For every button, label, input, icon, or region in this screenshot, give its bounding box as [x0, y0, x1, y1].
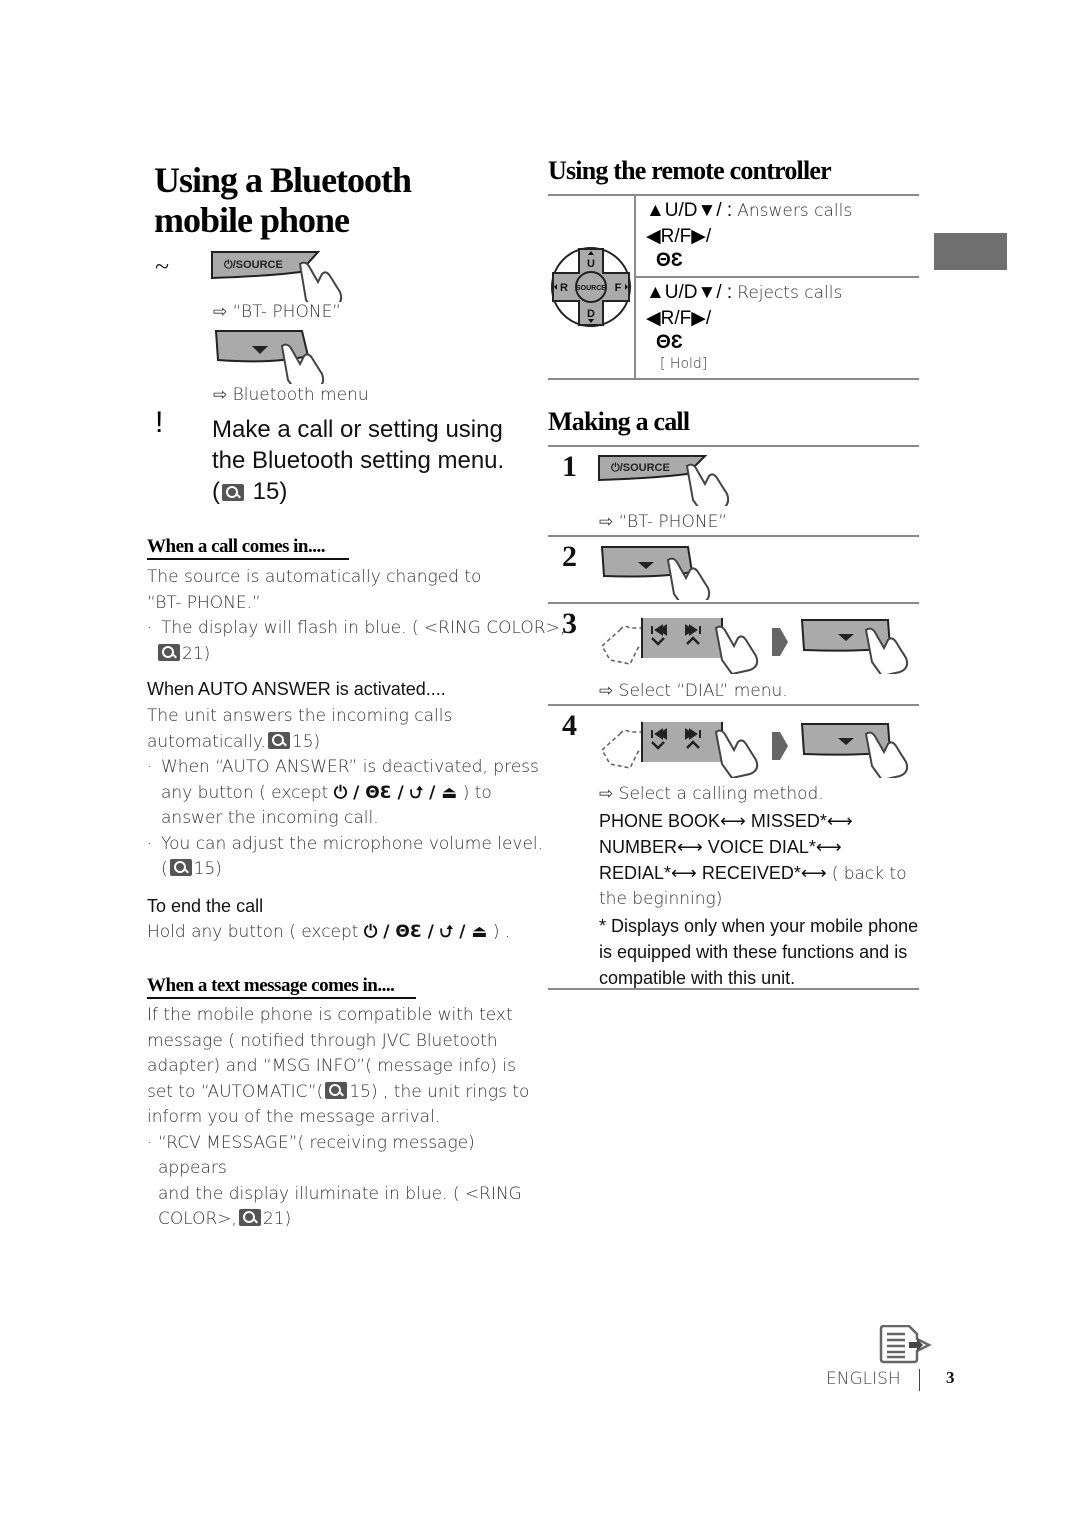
divider: [548, 988, 919, 990]
result-arrow-icon: ⇨: [599, 681, 614, 701]
footer-language: ENGLISH: [826, 1369, 901, 1389]
end-call-body: Hold any button ( except ⏻ / ΘƐ / ⮍ / ⏏ …: [147, 922, 511, 942]
remote-left-label: R: [560, 282, 568, 294]
page-ref-icon: [325, 1081, 348, 1099]
hand-pointer-icon: [714, 625, 759, 674]
divider: [548, 445, 919, 447]
auto-answer-heading: When AUTO ANSWER is activated....: [147, 679, 446, 699]
remote-right-label: F: [615, 282, 622, 294]
remote-row-answer: ▲U/D▼/ : Answers calls ◀R/F▶/ ΘƐ: [646, 200, 853, 271]
language-side-tab: [934, 233, 1007, 270]
hand-pointer-icon: [714, 729, 759, 778]
page-ref-icon: [238, 1209, 261, 1226]
next-step-arrow-icon: [772, 628, 788, 656]
main-instruction: Make a call or setting using the Bluetoo…: [212, 416, 505, 505]
page-ref-icon: [158, 643, 180, 661]
prev-next-then-down-illustration[interactable]: [598, 718, 918, 778]
footnote: * Displays only when your mobile phone i…: [599, 915, 919, 988]
page-title: Using a Bluetooth mobile phone: [154, 160, 412, 240]
end-call-heading: To end the call: [147, 896, 264, 916]
step1-result: ⇨ “BT- PHONE”: [599, 512, 728, 532]
calling-methods: PHONE BOOK⟷ MISSED*⟷ NUMBER⟷ VOICE DIAL*…: [599, 810, 907, 884]
divider: [548, 602, 919, 604]
section-heading-text-message: When a text message comes in....: [147, 975, 417, 999]
result-arrow-icon: ⇨: [213, 302, 228, 322]
remote-heading: Using the remote controller: [548, 156, 832, 185]
divider: [548, 535, 919, 537]
remote-center-label: SOURCE: [576, 285, 606, 292]
result-bluetooth-menu: ⇨ Bluetooth menu: [213, 385, 369, 405]
text-message-body: If the mobile phone is compatible with t…: [147, 1003, 547, 1233]
making-call-heading: Making a call: [548, 407, 690, 436]
page-title-line1: Using a Bluetooth: [154, 160, 412, 200]
prev-next-then-down-illustration[interactable]: [598, 614, 918, 674]
step-marker-excl: !: [155, 406, 164, 439]
auto-answer-body: The unit answers the incoming calls auto…: [147, 704, 547, 883]
source-button-illustration[interactable]: ⏻/SOURCE: [210, 250, 350, 302]
call-section-body: The source is automatically changed to “…: [147, 567, 566, 664]
page-title-line2: mobile phone: [154, 200, 350, 240]
result-bt-phone: ⇨ “BT- PHONE”: [213, 302, 342, 322]
footer-separator: [919, 1369, 920, 1391]
page-ref-icon: [267, 731, 290, 749]
excluded-buttons: ⏻ / ΘƐ / ⮍ / ⏏: [333, 782, 458, 803]
remote-row-reject: ▲U/D▼/ : Rejects calls ◀R/F▶/ ΘƐ [ Hold]: [646, 282, 843, 372]
result-arrow-icon: ⇨: [599, 784, 614, 804]
list-item: · The display will flash in blue. ( <RIN…: [147, 618, 566, 638]
section-heading-call: When a call comes in....: [147, 536, 349, 560]
step4-content: ⇨ Select a calling method. PHONE BOOK⟷ M…: [599, 782, 959, 991]
source-button-label: ⏻/SOURCE: [224, 258, 283, 271]
divider: [634, 195, 636, 379]
step-marker-tilde: ~: [155, 252, 170, 281]
next-step-arrow-icon: [772, 732, 788, 760]
prev-next-button-panel: [642, 618, 722, 658]
remote-action-label: Answers calls: [737, 201, 853, 221]
page-ref-icon: [222, 484, 244, 501]
page-ref-icon: [169, 859, 192, 876]
hand-pointer-icon: [298, 261, 343, 302]
step-number: 3: [562, 607, 577, 640]
list-item: · “RCV MESSAGE”( receiving message) appe…: [147, 1132, 522, 1230]
prev-next-button-panel: [642, 722, 722, 762]
step-number: 2: [562, 540, 577, 573]
result-arrow-icon: ⇨: [213, 385, 228, 405]
step3-result: ⇨ Select “DIAL” menu.: [599, 681, 788, 701]
excluded-buttons: ⏻ / ΘƐ / ⮍ / ⏏: [363, 922, 488, 942]
list-item: · You can adjust the microphone volume l…: [147, 833, 544, 880]
divider: [548, 194, 919, 196]
down-button-illustration[interactable]: [600, 544, 720, 600]
result-arrow-icon: ⇨: [599, 512, 614, 532]
divider: [548, 378, 919, 380]
hand-pointer-icon: [685, 463, 730, 506]
remote-down-label: D: [587, 308, 595, 320]
step-number: 4: [562, 709, 577, 742]
remote-dpad-illustration[interactable]: SOURCE U D R F: [549, 245, 633, 329]
remote-action-label: Rejects calls: [737, 283, 843, 303]
page-number: 3: [946, 1368, 955, 1387]
divider: [636, 276, 919, 278]
source-button-label: ⏻/SOURCE: [611, 461, 670, 474]
next-page-icon[interactable]: [879, 1325, 935, 1365]
list-item: · When “AUTO ANSWER” is deactivated, pre…: [147, 757, 539, 828]
divider: [548, 704, 919, 706]
step-number: 1: [562, 450, 577, 483]
hold-note: [ Hold]: [660, 355, 708, 372]
remote-up-label: U: [587, 258, 595, 270]
source-button-illustration[interactable]: ⏻/SOURCE: [597, 454, 737, 506]
down-button-illustration[interactable]: [214, 328, 334, 384]
